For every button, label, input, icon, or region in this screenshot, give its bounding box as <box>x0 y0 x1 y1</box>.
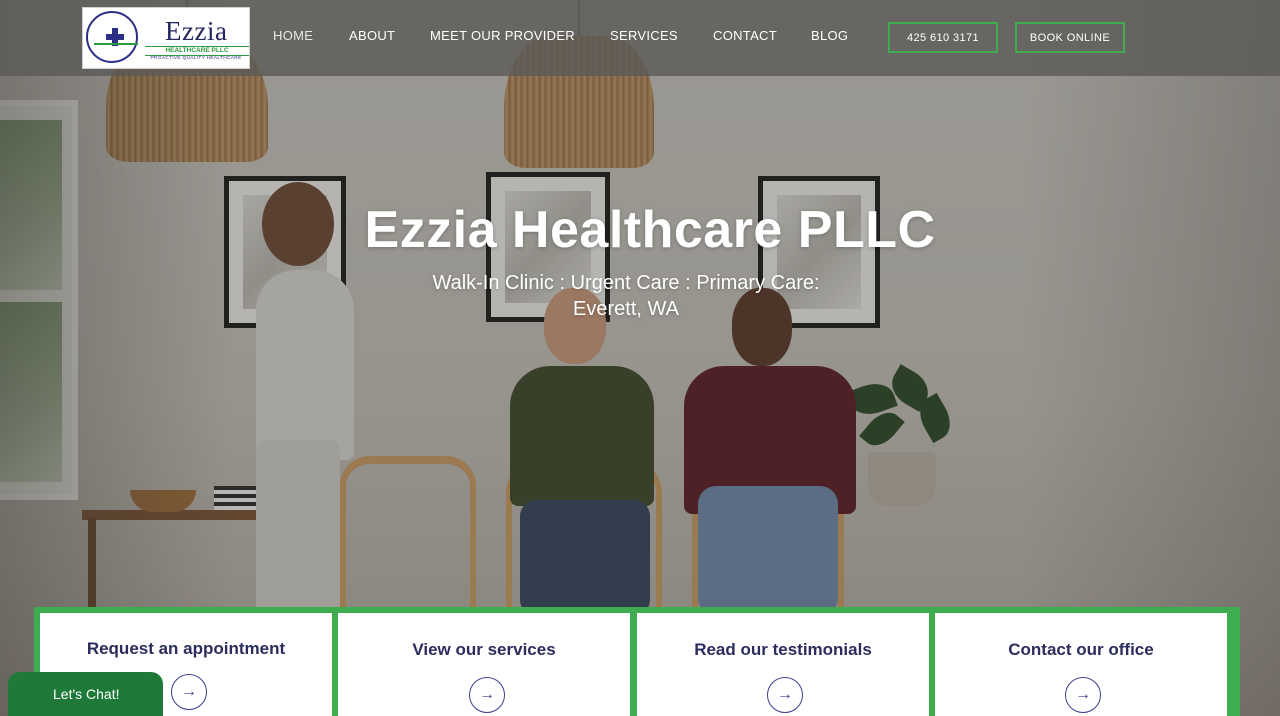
nav-item-contact[interactable]: CONTACT <box>713 28 777 43</box>
card-read-testimonials[interactable]: Read our testimonials → <box>637 613 929 716</box>
hero-subtitle-line2: Everett, WA <box>573 298 679 320</box>
heartbeat-icon <box>94 43 138 45</box>
site-logo[interactable]: Ezzia HEALTHCARE PLLC PROACTIVE QUALITY … <box>82 7 250 69</box>
lets-chat-button[interactable]: Let's Chat! <box>8 672 163 716</box>
feature-cards: Request an appointment → View our servic… <box>34 607 1240 716</box>
site-header: Ezzia HEALTHCARE PLLC PROACTIVE QUALITY … <box>0 0 1280 76</box>
logo-subtitle: HEALTHCARE PLLC <box>145 46 249 56</box>
card-title: Read our testimonials <box>694 640 872 659</box>
nav-item-meet-our-provider[interactable]: MEET OUR PROVIDER <box>430 28 575 43</box>
arrow-right-icon[interactable]: → <box>1065 677 1101 713</box>
nav-item-services[interactable]: SERVICES <box>610 28 678 43</box>
arrow-right-icon[interactable]: → <box>469 677 505 713</box>
card-view-services[interactable]: View our services → <box>338 613 630 716</box>
card-title: View our services <box>412 640 556 659</box>
card-contact-office[interactable]: Contact our office → <box>935 613 1227 716</box>
nav-item-home[interactable]: HOME <box>273 28 313 43</box>
hero-subtitle-line1: Walk-In Clinic : Urgent Care : Primary C… <box>432 272 820 294</box>
logo-emblem-icon <box>86 11 138 63</box>
arrow-right-icon[interactable]: → <box>171 674 207 710</box>
hero-title: Ezzia Healthcare PLLC <box>364 201 936 259</box>
logo-tagline: PROACTIVE QUALITY HEALTHCARE <box>150 56 242 61</box>
card-title: Request an appointment <box>86 639 286 658</box>
logo-name: Ezzia <box>165 16 228 46</box>
hero-subtitle: Walk-In Clinic : Urgent Care : Primary C… <box>426 270 826 322</box>
arrow-right-icon[interactable]: → <box>767 677 803 713</box>
nav-item-blog[interactable]: BLOG <box>811 28 848 43</box>
card-title: Contact our office <box>1008 640 1154 659</box>
phone-button[interactable]: 425 610 3171 <box>888 22 998 53</box>
book-online-button[interactable]: BOOK ONLINE <box>1015 22 1125 53</box>
nav-item-about[interactable]: ABOUT <box>349 28 395 43</box>
